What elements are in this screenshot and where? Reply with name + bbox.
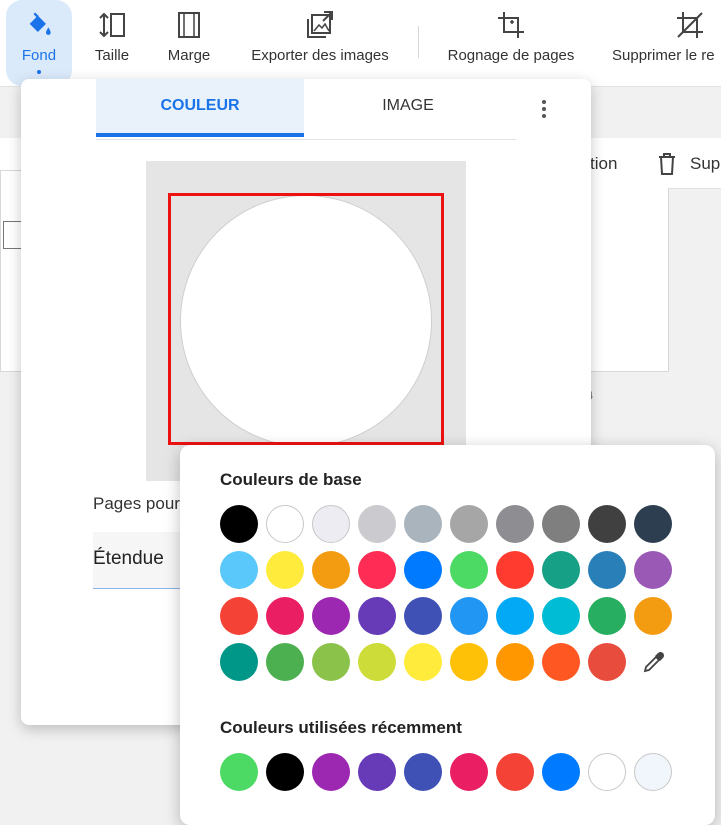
color-swatch[interactable] [634, 551, 672, 589]
trash-icon[interactable] [656, 152, 678, 181]
color-swatch[interactable] [266, 643, 304, 681]
tab-divider [96, 139, 516, 140]
more-options-icon[interactable] [534, 98, 554, 122]
color-swatch[interactable] [450, 551, 488, 589]
color-swatch[interactable] [358, 505, 396, 543]
color-swatch[interactable] [312, 551, 350, 589]
rognage-pages-button[interactable]: Rognage de pages [442, 0, 580, 86]
color-swatch[interactable] [358, 597, 396, 635]
taille-label: Taille [94, 47, 130, 64]
color-swatch[interactable] [634, 597, 672, 635]
action-partial-label[interactable]: tion [590, 154, 617, 174]
supprimer-label: Supprimer le re [612, 47, 715, 64]
recent-colors-title: Couleurs utilisées récemment [220, 718, 462, 737]
color-swatch[interactable] [542, 643, 580, 681]
taille-button[interactable]: Taille [86, 0, 138, 86]
color-swatch[interactable] [266, 505, 304, 543]
color-swatch[interactable] [312, 505, 350, 543]
color-swatch[interactable] [496, 551, 534, 589]
recent-color-swatch[interactable] [266, 753, 304, 791]
rognage-pages-label: Rognage de pages [447, 47, 575, 64]
color-swatch[interactable] [358, 551, 396, 589]
paint-bucket-icon [25, 10, 53, 40]
color-swatch[interactable] [588, 551, 626, 589]
color-swatch[interactable] [220, 505, 258, 543]
background-preview [146, 161, 466, 481]
supprimer-button[interactable]: Supprimer le re [612, 0, 721, 86]
color-swatch[interactable] [588, 505, 626, 543]
page-thumbnail-right[interactable] [585, 188, 669, 372]
export-images-icon [305, 10, 335, 40]
delete-partial-label[interactable]: Sup [690, 154, 720, 174]
color-swatch[interactable] [496, 505, 534, 543]
highlight-box [168, 193, 444, 445]
exporter-images-button[interactable]: Exporter des images [244, 0, 396, 86]
color-swatch[interactable] [542, 551, 580, 589]
recent-color-swatch[interactable] [312, 753, 350, 791]
fond-button[interactable]: Fond [6, 0, 72, 86]
color-swatch[interactable] [358, 643, 396, 681]
color-swatch[interactable] [220, 597, 258, 635]
color-swatch[interactable] [588, 643, 626, 681]
color-swatch[interactable] [496, 643, 534, 681]
recent-color-swatch[interactable] [450, 753, 488, 791]
base-colors-title: Couleurs de base [220, 470, 362, 489]
color-swatch[interactable] [634, 505, 672, 543]
marge-label: Marge [167, 47, 211, 64]
color-swatch[interactable] [450, 505, 488, 543]
recent-color-swatch[interactable] [588, 753, 626, 791]
recent-color-swatch[interactable] [496, 753, 534, 791]
color-swatch[interactable] [542, 505, 580, 543]
color-swatch[interactable] [588, 597, 626, 635]
active-indicator [37, 70, 41, 74]
color-swatch[interactable] [220, 551, 258, 589]
color-swatch[interactable] [404, 643, 442, 681]
exporter-images-label: Exporter des images [251, 47, 389, 64]
resize-vertical-icon [97, 10, 127, 40]
recent-color-swatch[interactable] [542, 753, 580, 791]
page-checkbox[interactable] [3, 221, 23, 249]
color-swatch[interactable] [266, 597, 304, 635]
tab-couleur[interactable]: COULEUR [96, 79, 304, 137]
recent-color-swatch[interactable] [220, 753, 258, 791]
color-swatch[interactable] [496, 597, 534, 635]
color-swatch[interactable] [266, 551, 304, 589]
color-swatch[interactable] [542, 597, 580, 635]
margin-icon [176, 10, 202, 40]
color-swatch[interactable] [312, 643, 350, 681]
color-swatch[interactable] [220, 643, 258, 681]
color-swatch[interactable] [312, 597, 350, 635]
toolbar: Fond Taille Marge Exporter des images Ro… [0, 0, 721, 87]
marge-button[interactable]: Marge [160, 0, 218, 86]
color-swatch[interactable] [404, 551, 442, 589]
range-value: Étendue [93, 548, 164, 569]
eyedropper-icon[interactable] [635, 643, 673, 681]
fond-label: Fond [21, 47, 57, 64]
tab-image[interactable]: IMAGE [304, 79, 512, 137]
color-swatch[interactable] [404, 597, 442, 635]
pages-label: Pages pour [93, 494, 180, 513]
recent-color-swatch[interactable] [358, 753, 396, 791]
toolbar-divider [418, 26, 419, 58]
color-swatch[interactable] [404, 505, 442, 543]
recent-color-swatch[interactable] [634, 753, 672, 791]
crop-icon [497, 10, 525, 40]
color-picker-popup: Couleurs de base Couleurs utilisées réce… [180, 445, 715, 825]
color-swatch[interactable] [450, 643, 488, 681]
recent-color-swatch[interactable] [404, 753, 442, 791]
color-swatch[interactable] [450, 597, 488, 635]
crop-off-icon [676, 10, 704, 40]
